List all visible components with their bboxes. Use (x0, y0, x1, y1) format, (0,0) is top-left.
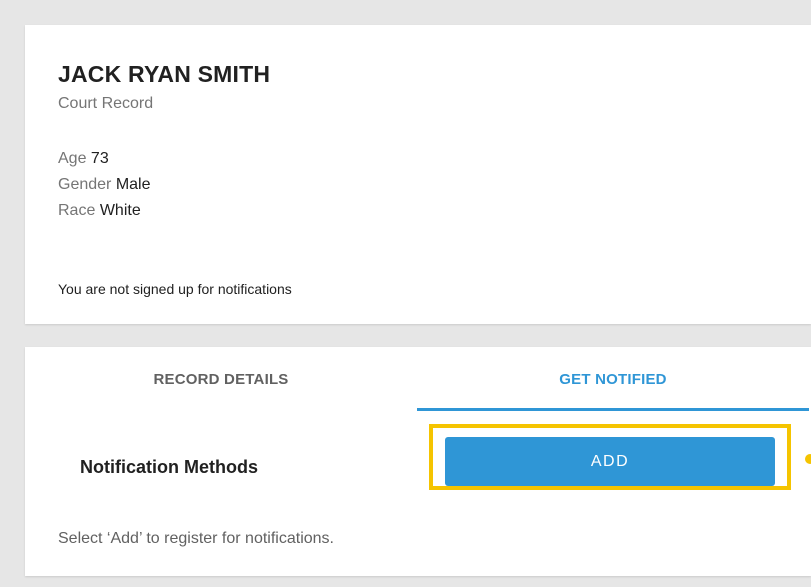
person-details: Age 73 Gender Male Race White (58, 146, 151, 224)
profile-card: JACK RYAN SMITH Court Record Age 73 Gend… (25, 25, 811, 324)
add-button[interactable]: ADD (445, 437, 775, 486)
active-tab-indicator (417, 408, 809, 411)
notification-status: You are not signed up for notifications (58, 281, 292, 297)
detail-row-race: Race White (58, 198, 151, 224)
detail-label: Race (58, 202, 96, 219)
notification-methods-label: Notification Methods (80, 457, 258, 477)
helper-text: Select ‘Add’ to register for notificatio… (58, 530, 334, 547)
tab-get-notified[interactable]: GET NOTIFIED (417, 347, 809, 411)
pointer-dot (805, 454, 811, 464)
person-name: JACK RYAN SMITH (58, 61, 271, 87)
detail-value: White (99, 202, 141, 219)
record-type: Court Record (58, 95, 154, 112)
detail-label: Age (58, 150, 87, 167)
notification-card: RECORD DETAILS GET NOTIFIED Notification… (25, 347, 811, 576)
detail-value: 73 (90, 150, 109, 167)
detail-value: Male (115, 176, 151, 193)
detail-row-gender: Gender Male (58, 172, 151, 198)
detail-label: Gender (58, 176, 112, 193)
detail-row-age: Age 73 (58, 146, 151, 172)
tab-record-details[interactable]: RECORD DETAILS (25, 347, 417, 411)
